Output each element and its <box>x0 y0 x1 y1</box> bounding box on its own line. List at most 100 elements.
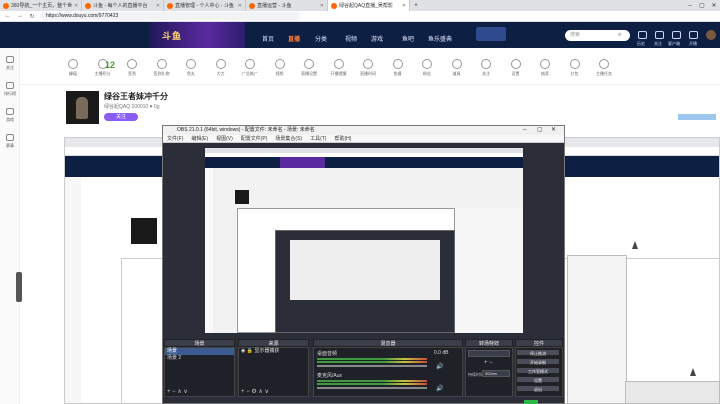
tool-item[interactable]: 关注 <box>473 55 499 77</box>
add-source-icon[interactable]: + − ⚙ ∧ ∨ <box>241 388 269 395</box>
follow-button[interactable]: 关注 <box>104 113 138 121</box>
tool-item[interactable]: 开播提醒 <box>326 55 352 77</box>
heart-icon <box>6 56 14 63</box>
obs-menu-item[interactable]: 文件(F) <box>167 135 183 142</box>
sidebar-item-rank[interactable]: 排行榜 <box>2 82 18 97</box>
source-item[interactable]: ◉ 🔒 显示器捕获 <box>239 348 308 355</box>
tool-icon <box>392 59 403 69</box>
transition-select[interactable] <box>468 350 510 357</box>
obs-preview[interactable] <box>205 148 523 333</box>
tool-item[interactable]: 红包 <box>562 55 588 77</box>
maximize-icon[interactable]: ▢ <box>537 126 543 135</box>
eye-icon[interactable]: ◉ <box>241 348 245 354</box>
tool-icon <box>304 59 314 69</box>
obs-menu-item[interactable]: 帮助(H) <box>334 135 351 142</box>
volume-slider[interactable] <box>317 387 427 389</box>
sidebar-toggle[interactable] <box>16 272 22 302</box>
duration-input[interactable]: 300ms <box>482 370 510 377</box>
tool-item[interactable]: 直播时间 <box>355 55 381 77</box>
nav-home[interactable]: 首页 <box>262 34 274 43</box>
minimize-icon[interactable]: – <box>523 126 526 135</box>
mixer-dock: 桌面音频 0.0 dB 🔊 麦克风/Aux 🔊 <box>313 347 463 397</box>
tab-label: 直播运营 - 斗鱼 <box>257 3 292 9</box>
minimize-icon[interactable]: – <box>684 0 696 11</box>
close-icon[interactable]: ✕ <box>74 3 78 9</box>
tool-item[interactable]: 广告推广 <box>237 55 263 77</box>
start-recording-button[interactable]: 开始录制 <box>516 358 560 365</box>
obs-menu-item[interactable]: 编辑(E) <box>191 135 208 142</box>
nav-category[interactable]: 分类 <box>315 34 327 43</box>
sidebar-item-match[interactable]: 赛事 <box>2 134 18 149</box>
tool-item[interactable]: 粉丝 <box>414 55 440 77</box>
tool-item[interactable]: 抽奖 <box>532 55 558 77</box>
tool-label: 粉丝 <box>423 71 431 76</box>
mouse-cursor-icon <box>690 368 696 376</box>
tool-item[interactable]: 鱼塘 <box>385 55 411 77</box>
browser-tab-ops[interactable]: 直播运营 - 斗鱼 ✕ <box>246 0 328 11</box>
tool-item[interactable]: 签到 <box>119 55 145 77</box>
streamer-avatar[interactable] <box>66 91 99 124</box>
obs-menu-item[interactable]: 工具(T) <box>310 135 326 142</box>
nav-video[interactable]: 视频 <box>345 34 357 43</box>
url-input[interactable]: https://www.douyu.com/9770423 <box>40 12 300 20</box>
tool-item[interactable]: 直播设置 <box>296 55 322 77</box>
broadcast-icon[interactable] <box>689 31 698 39</box>
maximize-icon[interactable]: ▢ <box>696 0 708 11</box>
nav-yuba[interactable]: 鱼吧 <box>402 34 414 43</box>
obs-menu-item[interactable]: 配置文件(P) <box>241 135 268 142</box>
browser-tab-360[interactable]: 360导航_一个主页，整个世 ✕ <box>0 0 82 11</box>
exit-button[interactable]: 退出 <box>516 385 560 392</box>
tool-item[interactable]: 鱼丸 <box>178 55 204 77</box>
tool-item[interactable]: 视频 <box>267 55 293 77</box>
promo-badge[interactable] <box>476 27 506 41</box>
nav-live[interactable]: 直播 <box>288 34 300 43</box>
tool-icon <box>186 59 196 69</box>
close-icon[interactable]: ✕ <box>320 3 324 9</box>
divider <box>20 84 720 85</box>
sidebar-item-follow[interactable]: 关注 <box>2 56 18 71</box>
avatar[interactable] <box>706 30 716 40</box>
header-banner[interactable]: 斗鱼 <box>150 22 245 48</box>
studio-mode-button[interactable]: 工作室模式 <box>516 367 560 374</box>
scene-item[interactable]: 场景 2 <box>165 355 234 362</box>
lock-icon[interactable]: 🔒 <box>247 348 253 354</box>
browser-tab-douyu[interactable]: 斗鱼 - 每个人的直播平台 ✕ <box>82 0 164 11</box>
close-icon[interactable]: ✕ <box>238 3 242 9</box>
tool-item[interactable]: 道具 <box>444 55 470 77</box>
client-icon[interactable] <box>672 31 681 39</box>
close-icon[interactable]: ✕ <box>156 3 160 9</box>
tool-item[interactable]: 峰值 <box>60 55 86 77</box>
forward-icon[interactable]: → <box>16 13 24 19</box>
close-icon[interactable]: ✕ <box>402 3 406 9</box>
browser-tab-manage[interactable]: 直播管理 - 个人中心 - 斗鱼 ✕ <box>164 0 246 11</box>
close-icon[interactable]: ✕ <box>551 126 556 135</box>
browser-tab-room[interactable]: 绿谷起QAQ直播_吴帮影 ✕ <box>328 0 410 11</box>
history-icon[interactable] <box>638 31 647 39</box>
add-scene-icon[interactable]: + − ∧ ∨ <box>167 388 188 395</box>
captured-avatar <box>131 218 157 244</box>
speaker-icon[interactable]: 🔊 <box>436 363 443 370</box>
settings-button[interactable]: 设置 <box>516 376 560 383</box>
add-transition-icon[interactable]: + − <box>484 360 493 366</box>
speaker-icon[interactable]: 🔊 <box>436 385 443 392</box>
volume-slider[interactable] <box>317 365 427 367</box>
stop-stream-button[interactable]: 停止推流 <box>516 349 560 356</box>
follow-icon[interactable] <box>655 31 664 39</box>
close-window-icon[interactable]: ✕ <box>708 0 720 11</box>
scene-item[interactable]: 场景 <box>165 348 234 355</box>
tool-item[interactable]: 签到礼物 <box>149 55 175 77</box>
right-promo[interactable] <box>678 114 716 120</box>
nav-festival[interactable]: 鱼乐盛典 <box>428 34 452 43</box>
back-icon[interactable]: ← <box>4 13 12 19</box>
tool-item[interactable]: 主播任务 <box>591 55 617 77</box>
search-icon[interactable]: ⌕ <box>618 32 621 39</box>
obs-menu-item[interactable]: 场景集合(S) <box>275 135 302 142</box>
tool-item[interactable]: 大力 <box>208 55 234 77</box>
left-sidebar: 关注 排行榜 游戏 赛事 <box>0 48 20 404</box>
tool-item[interactable]: 设置 <box>503 55 529 77</box>
reload-icon[interactable]: ↻ <box>28 13 36 20</box>
sidebar-item-game[interactable]: 游戏 <box>2 108 18 123</box>
obs-menu-item[interactable]: 视图(V) <box>216 135 233 142</box>
new-tab-icon[interactable]: + <box>410 0 422 11</box>
nav-game[interactable]: 游戏 <box>371 34 383 43</box>
